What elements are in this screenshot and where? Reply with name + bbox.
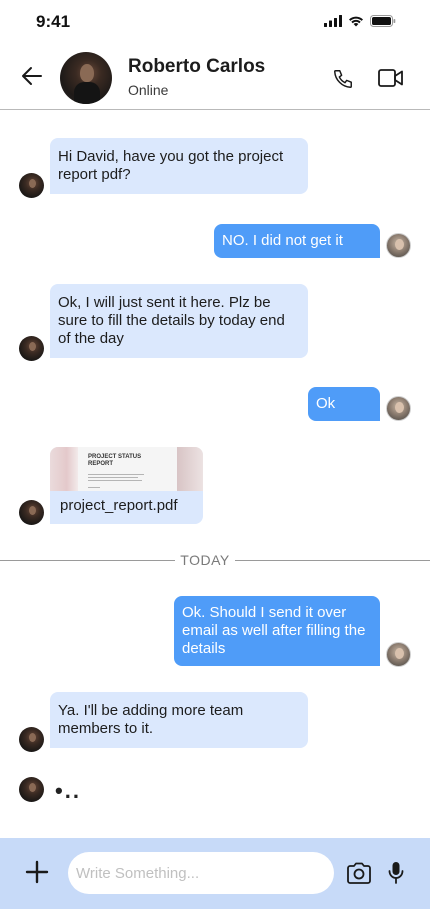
status-icons [324, 15, 396, 27]
message-bubble-outgoing[interactable]: Ok. Should I send it over email as well … [174, 596, 380, 666]
thumbnail-title: PROJECT STATUS REPORT [88, 454, 142, 467]
message-bubble-outgoing[interactable]: Ok [308, 387, 380, 421]
camera-icon[interactable] [346, 862, 372, 884]
date-divider: TODAY [0, 550, 430, 570]
battery-icon [370, 15, 396, 27]
typing-indicator: •.. [55, 778, 81, 803]
back-arrow-icon[interactable] [20, 64, 44, 88]
plus-icon[interactable] [25, 860, 49, 884]
message-bubble-outgoing[interactable]: NO. I did not get it [214, 224, 380, 258]
user-avatar [386, 642, 411, 667]
video-call-icon[interactable] [378, 68, 404, 88]
cellular-signal-icon [324, 15, 342, 27]
contact-status: Online [128, 82, 169, 98]
message-bubble-incoming[interactable]: Ya. I'll be adding more team members to … [50, 692, 308, 748]
user-avatar [386, 233, 411, 258]
chat-header: Roberto Carlos Online [0, 44, 430, 110]
sender-avatar [19, 173, 44, 198]
message-composer [0, 838, 430, 909]
sender-avatar [19, 727, 44, 752]
status-time: 9:41 [36, 12, 71, 31]
message-input[interactable] [68, 852, 334, 894]
sender-avatar [19, 500, 44, 525]
file-attachment[interactable]: PROJECT STATUS REPORT project_report.pdf [50, 447, 203, 524]
sender-avatar [19, 336, 44, 361]
phone-call-icon[interactable] [332, 68, 354, 90]
contact-avatar[interactable] [60, 52, 112, 104]
message-bubble-incoming[interactable]: Hi David, have you got the project repor… [50, 138, 308, 194]
wifi-icon [349, 16, 363, 27]
sender-avatar [19, 777, 44, 802]
file-thumbnail: PROJECT STATUS REPORT [50, 447, 203, 491]
message-bubble-incoming[interactable]: Ok, I will just sent it here. Plz be sur… [50, 284, 308, 358]
status-bar: 9:41 [0, 0, 430, 44]
contact-name: Roberto Carlos [128, 56, 266, 77]
date-divider-label: TODAY [180, 552, 230, 568]
user-avatar [386, 396, 411, 421]
file-name: project_report.pdf [60, 497, 178, 514]
microphone-icon[interactable] [388, 861, 404, 885]
